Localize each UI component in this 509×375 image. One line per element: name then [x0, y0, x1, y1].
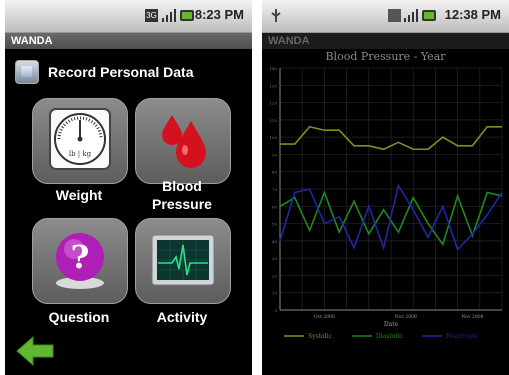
y-tick-label: 110 — [269, 118, 277, 123]
back-arrow-icon — [16, 335, 54, 367]
right-phone-screen: 12:38 PM WANDA Blood Pressure - Year 0 10… — [262, 0, 509, 375]
network-icon — [388, 9, 401, 22]
question-label: Question — [48, 309, 110, 325]
y-tick-label: 120 — [269, 101, 277, 106]
signal-icon — [162, 9, 176, 22]
y-tick-label: 100 — [269, 135, 277, 140]
heart-monitor-icon — [151, 234, 215, 286]
status-bar: 3G 8:23 PM — [5, 0, 252, 33]
y-tick-label: 90 — [272, 152, 278, 157]
network-3g-icon: 3G — [145, 9, 158, 22]
status-time: 12:38 PM — [444, 7, 501, 22]
x-tick-label: Nov 2008 — [461, 314, 483, 320]
y-tick-label: 60 — [272, 204, 278, 209]
left-phone-screen: 3G 8:23 PM WANDA Record Personal Data lb… — [5, 0, 252, 375]
blood-drop-icon — [162, 115, 206, 168]
legend-label: Heart rate — [446, 333, 478, 340]
legend-label: Diastolic — [376, 333, 403, 340]
legend-label: Systolic — [308, 333, 332, 340]
y-tick-label: 10 — [272, 291, 278, 296]
activity-label: Activity — [156, 309, 208, 325]
database-icon — [15, 60, 39, 84]
battery-icon — [422, 9, 438, 22]
svg-text:?: ? — [71, 238, 90, 276]
status-time: 8:23 PM — [194, 7, 244, 22]
x-tick-label: Nov 2008 — [395, 314, 417, 320]
blood-pressure-label-line1: Blood — [162, 178, 202, 194]
blood-pressure-label: Blood Pressure — [132, 177, 232, 213]
battery-icon — [180, 9, 196, 22]
weight-label: Weight — [55, 187, 103, 203]
y-tick-label: 40 — [272, 239, 278, 244]
question-tile-button[interactable]: ? — [32, 218, 128, 304]
y-tick-label: 20 — [272, 273, 278, 278]
y-tick-label: 80 — [272, 170, 278, 175]
scale-unit-text: lb | kg — [69, 150, 92, 158]
status-bar: 12:38 PM — [262, 0, 509, 33]
blood-pressure-chart: 0 10 20 30 40 50 60 70 80 90 100 110 120 130 140 Oct 20… — [269, 66, 503, 340]
app-title-bar: WANDA — [5, 33, 252, 49]
y-tick-label: 140 — [269, 66, 277, 71]
blood-pressure-tile-button[interactable] — [135, 98, 231, 184]
y-tick-label: 50 — [272, 222, 278, 227]
record-data-header: Record Personal Data — [13, 58, 244, 86]
y-tick-label: 70 — [272, 187, 278, 192]
y-tick-label: 30 — [272, 256, 278, 261]
usb-notification-icon — [270, 9, 282, 22]
y-tick-label: 130 — [269, 83, 277, 88]
activity-tile-button[interactable] — [135, 218, 231, 304]
blood-pressure-label-line2: Pressure — [152, 196, 212, 212]
signal-icon — [404, 9, 418, 22]
app-title-bar: WANDA — [262, 33, 509, 49]
question-icon: ? — [56, 233, 104, 289]
x-tick-label: Oct 2008 — [314, 314, 335, 320]
back-button[interactable] — [15, 335, 55, 367]
y-tick-label: 0 — [274, 308, 277, 313]
scale-icon: lb | kg — [49, 108, 111, 170]
weight-tile-button[interactable]: lb | kg — [32, 98, 128, 184]
x-axis-label: Date — [384, 321, 399, 328]
page-title: Record Personal Data — [48, 64, 194, 80]
